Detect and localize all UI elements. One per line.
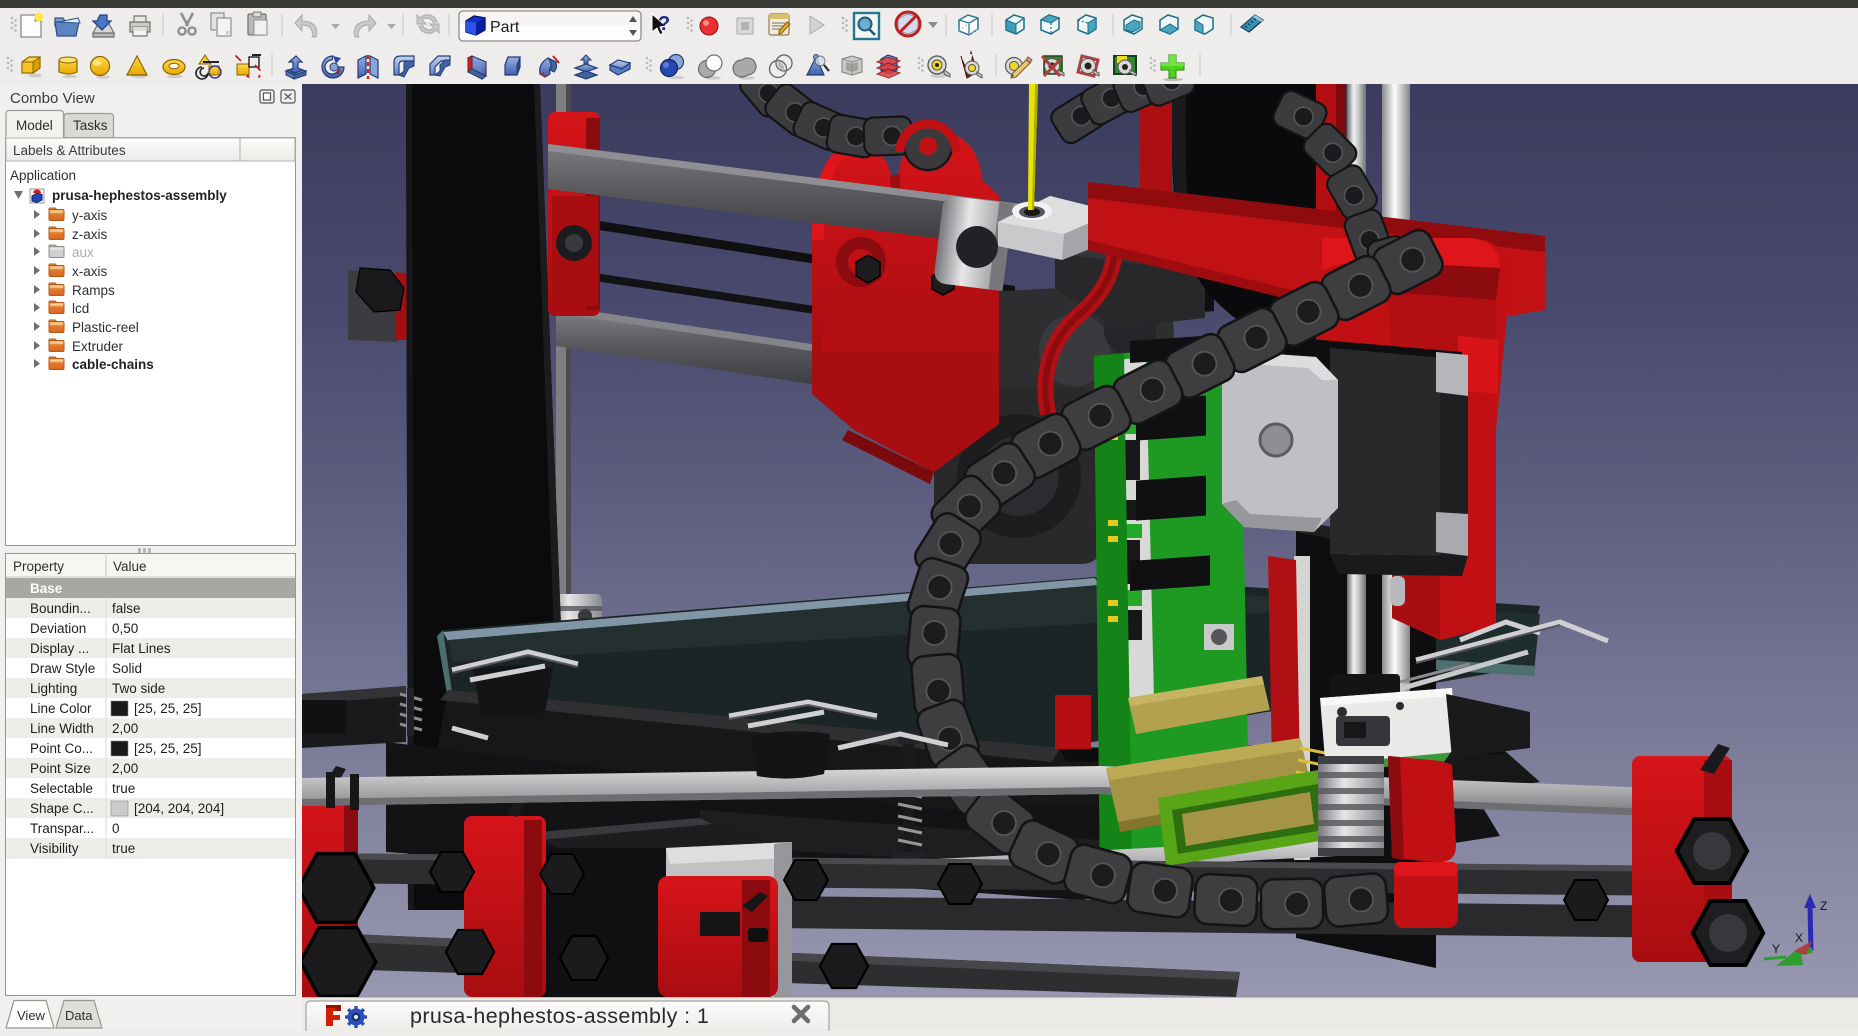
- svg-text:false: false: [112, 601, 141, 616]
- svg-text:View: View: [17, 1008, 46, 1023]
- svg-text:Two side: Two side: [112, 681, 165, 696]
- svg-text:Part: Part: [490, 19, 520, 36]
- svg-text:Draw Style: Draw Style: [30, 661, 95, 676]
- svg-text:Display ...: Display ...: [30, 641, 89, 656]
- svg-text:Z: Z: [1820, 899, 1827, 913]
- svg-text:?: ?: [658, 13, 670, 35]
- svg-text:Data: Data: [65, 1008, 93, 1023]
- svg-text:2,00: 2,00: [112, 721, 138, 736]
- svg-text:0,50: 0,50: [112, 621, 138, 636]
- svg-text:Labels & Attributes: Labels & Attributes: [13, 143, 126, 158]
- svg-text:Selectable: Selectable: [30, 781, 93, 796]
- svg-text:Visibility: Visibility: [30, 841, 79, 856]
- svg-text:lcd: lcd: [72, 301, 89, 316]
- svg-text:0: 0: [112, 821, 120, 836]
- svg-text:Lighting: Lighting: [30, 681, 77, 696]
- svg-text:Boundin...: Boundin...: [30, 601, 91, 616]
- svg-text:Base: Base: [30, 581, 63, 596]
- svg-text:true: true: [112, 781, 135, 796]
- svg-text:z-axis: z-axis: [72, 227, 108, 242]
- svg-text:X: X: [1795, 931, 1803, 945]
- svg-text:y-axis: y-axis: [72, 208, 108, 223]
- svg-text:Transpar...: Transpar...: [30, 821, 94, 836]
- svg-text:Point Size: Point Size: [30, 761, 91, 776]
- svg-text:[25, 25, 25]: [25, 25, 25]: [134, 701, 202, 716]
- svg-text:Tasks: Tasks: [73, 118, 108, 133]
- svg-text:Property: Property: [13, 559, 64, 574]
- svg-text:Deviation: Deviation: [30, 621, 86, 636]
- svg-text:[204, 204, 204]: [204, 204, 204]: [134, 801, 224, 816]
- svg-text:true: true: [112, 841, 135, 856]
- svg-text:aux: aux: [72, 245, 94, 260]
- svg-text:prusa-hephestos-assembly : 1: prusa-hephestos-assembly : 1: [410, 1004, 709, 1028]
- svg-text:2,00: 2,00: [112, 761, 138, 776]
- svg-text:Extruder: Extruder: [72, 339, 124, 354]
- svg-text:Model: Model: [16, 118, 53, 133]
- svg-text:prusa-hephestos-assembly: prusa-hephestos-assembly: [52, 188, 227, 203]
- svg-text:Flat Lines: Flat Lines: [112, 641, 171, 656]
- svg-text:Y: Y: [1772, 942, 1780, 956]
- svg-text:Plastic-reel: Plastic-reel: [72, 320, 139, 335]
- svg-text:cable-chains: cable-chains: [72, 357, 154, 372]
- svg-text:Combo View: Combo View: [10, 90, 95, 107]
- svg-text:Application: Application: [10, 168, 76, 183]
- svg-text:Line Width: Line Width: [30, 721, 94, 736]
- svg-text:Line Color: Line Color: [30, 701, 92, 716]
- svg-text:Point Co...: Point Co...: [30, 741, 93, 756]
- svg-text:x-axis: x-axis: [72, 264, 108, 279]
- svg-text:[25, 25, 25]: [25, 25, 25]: [134, 741, 202, 756]
- svg-text:Value: Value: [113, 559, 147, 574]
- svg-text:Ramps: Ramps: [72, 283, 115, 298]
- svg-text:Solid: Solid: [112, 661, 142, 676]
- svg-text:Shape C...: Shape C...: [30, 801, 94, 816]
